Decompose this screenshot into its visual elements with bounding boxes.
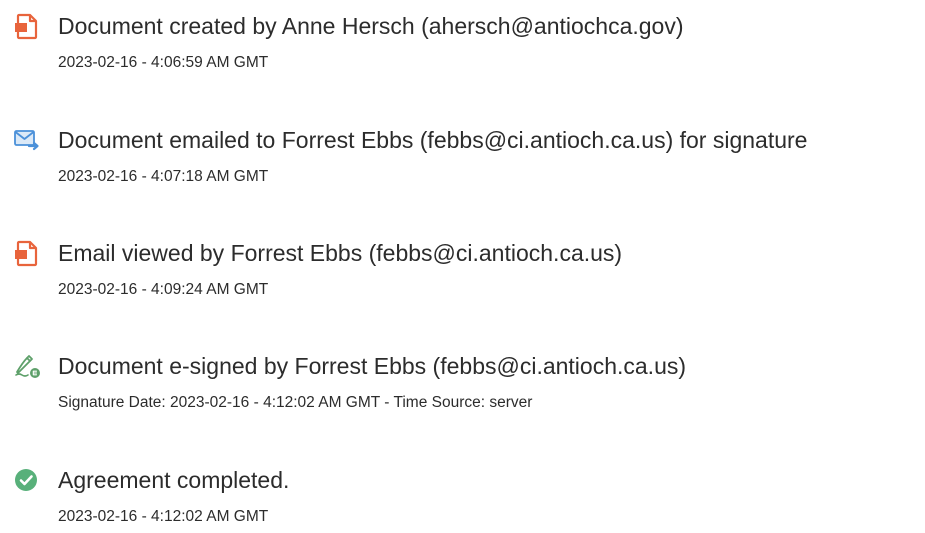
event-timestamp: 2023-02-16 - 4:09:24 AM GMT bbox=[58, 281, 269, 298]
pdf-document-icon bbox=[13, 12, 41, 40]
event-title: Document emailed to Forrest Ebbs (febbs@… bbox=[58, 127, 808, 153]
event-timestamp: Signature Date: 2023-02-16 - 4:12:02 AM … bbox=[58, 394, 533, 411]
check-circle-icon bbox=[13, 466, 41, 494]
event-timestamp: 2023-02-16 - 4:12:02 AM GMT bbox=[58, 508, 269, 525]
pdf-document-icon bbox=[13, 239, 41, 267]
event-title: Agreement completed. bbox=[58, 467, 290, 493]
event-title: Document e-signed by Forrest Ebbs (febbs… bbox=[58, 353, 687, 379]
event-timestamp: 2023-02-16 - 4:07:18 AM GMT bbox=[58, 168, 269, 185]
email-sent-icon bbox=[13, 126, 41, 154]
event-title: Email viewed by Forrest Ebbs (febbs@ci.a… bbox=[58, 240, 623, 266]
event-timestamp: 2023-02-16 - 4:06:59 AM GMT bbox=[58, 54, 269, 71]
event-title: Document created by Anne Hersch (ahersch… bbox=[58, 13, 684, 39]
e-sign-pen-icon bbox=[13, 352, 41, 380]
